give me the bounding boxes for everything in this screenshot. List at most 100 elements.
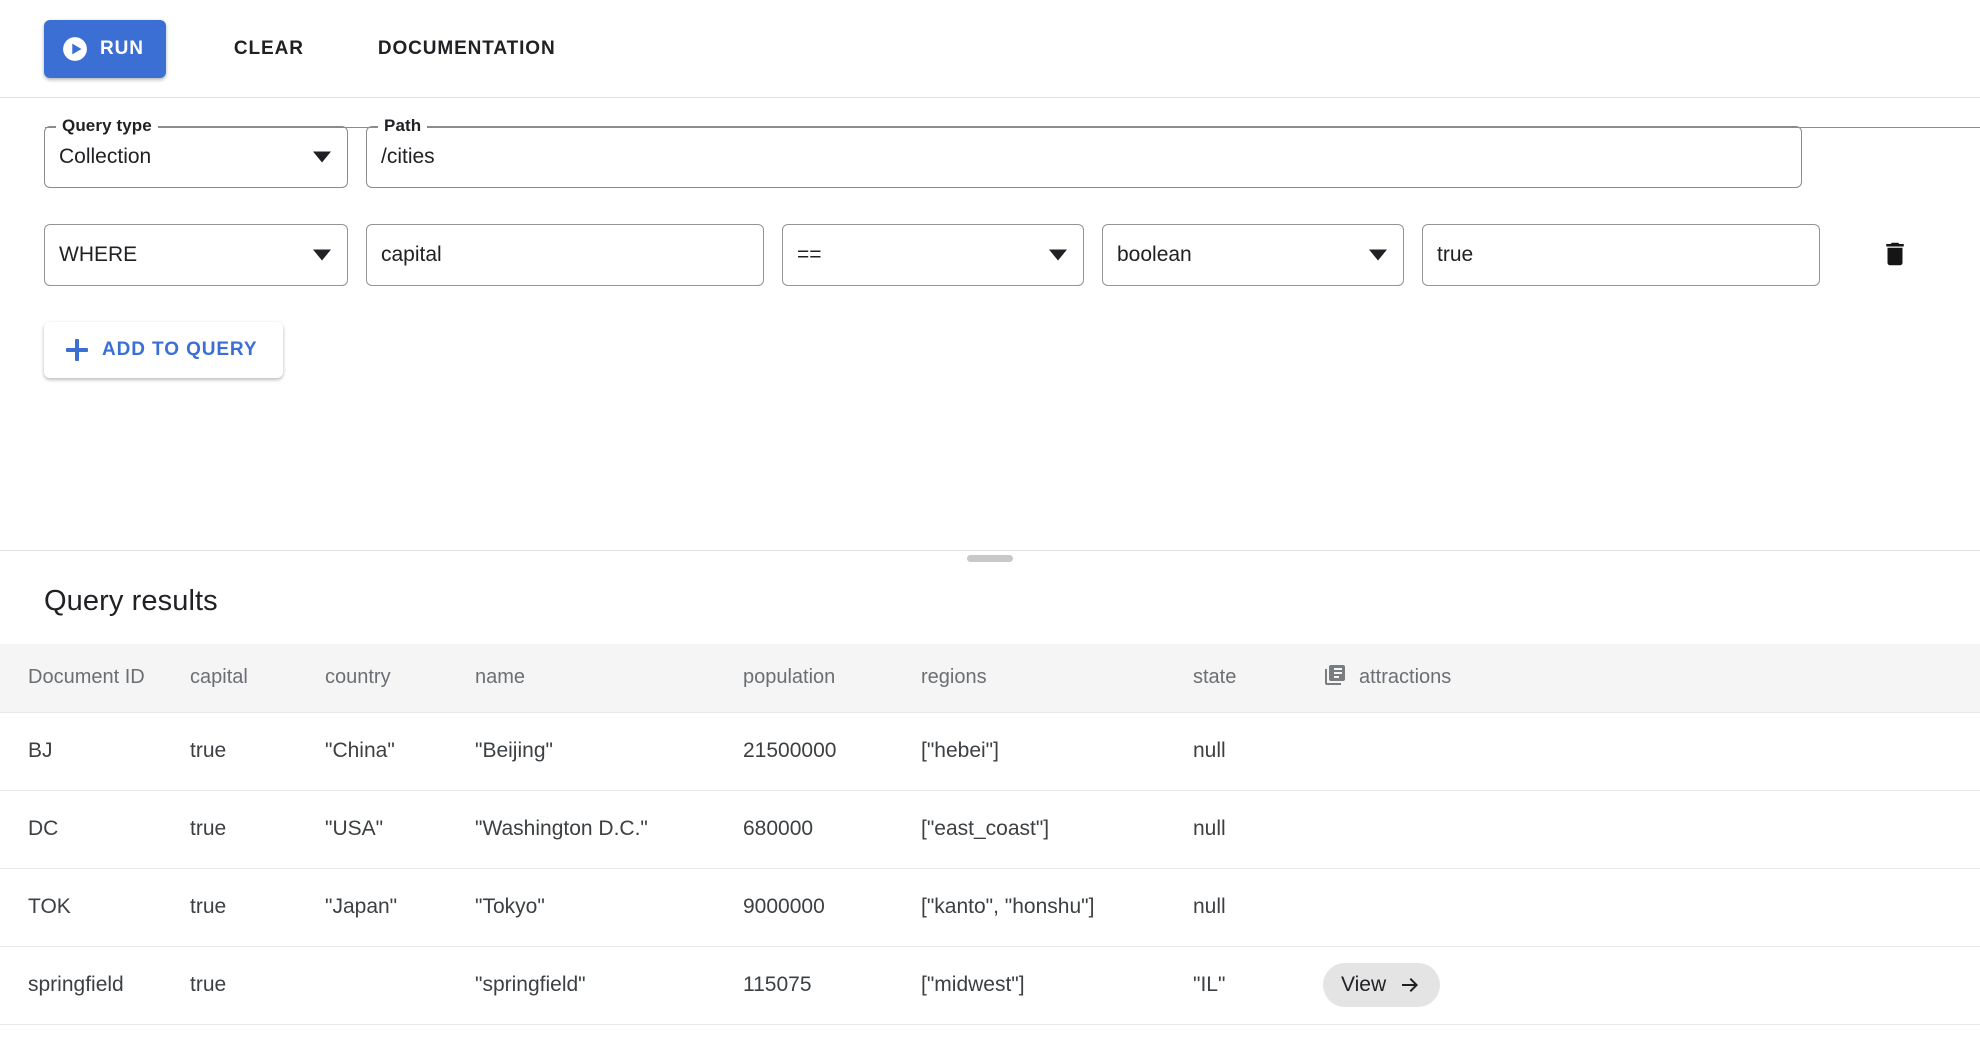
cell-capital: true	[190, 868, 325, 946]
column-header-capital[interactable]: capital	[190, 644, 325, 712]
column-header-docid[interactable]: Document ID	[0, 644, 190, 712]
clause-type-select[interactable]: WHERE	[44, 224, 348, 286]
cell-value: 9000000	[743, 895, 825, 918]
column-header-attractions-label: attractions	[1359, 666, 1451, 689]
cell-docid: BJ	[0, 712, 190, 790]
play-circle-icon	[62, 36, 88, 62]
top-toolbar: RUN CLEAR DOCUMENTATION	[0, 0, 1980, 98]
cell-value: "Beijing"	[475, 739, 553, 762]
run-button[interactable]: RUN	[44, 20, 166, 78]
cell-value: 680000	[743, 817, 813, 840]
cell-value: "Japan"	[325, 895, 397, 918]
cell-capital: true	[190, 712, 325, 790]
clause-value-input[interactable]: true	[1422, 224, 1820, 286]
column-header-capital-label: capital	[190, 666, 248, 688]
query-type-select[interactable]: Query type Collection	[44, 126, 348, 188]
add-to-query-button[interactable]: ADD TO QUERY	[44, 322, 283, 378]
cell-regions: ["kanto", "honshu"]	[921, 868, 1193, 946]
cell-value: ["midwest"]	[921, 973, 1025, 996]
chevron-down-icon[interactable]	[1369, 250, 1387, 261]
column-header-population-label: population	[743, 666, 835, 688]
cell-value: true	[190, 895, 226, 918]
query-builder-row-primary: Query type Collection Path /cities	[44, 126, 1936, 188]
plus-icon	[66, 339, 88, 361]
chevron-down-icon[interactable]	[313, 152, 331, 163]
column-header-docid-label: Document ID	[28, 666, 145, 688]
cell-docid: DC	[0, 790, 190, 868]
clause-value-type-value: boolean	[1117, 243, 1192, 267]
clause-field-input[interactable]: capital	[366, 224, 764, 286]
results-header-row: Document ID capital country name populat…	[0, 644, 1980, 712]
column-header-regions[interactable]: regions	[921, 644, 1193, 712]
cell-value: BJ	[28, 739, 53, 762]
cell-attractions	[1323, 712, 1980, 790]
cell-docid: springfield	[0, 946, 190, 1024]
cell-country	[325, 946, 475, 1024]
cell-value: ["kanto", "honshu"]	[921, 895, 1094, 918]
cell-value: 21500000	[743, 739, 836, 762]
table-row[interactable]: DCtrue"USA""Washington D.C."680000["east…	[0, 790, 1980, 868]
column-header-country-label: country	[325, 666, 391, 688]
add-to-query-label: ADD TO QUERY	[102, 339, 257, 361]
cell-value: null	[1193, 895, 1226, 918]
column-header-country[interactable]: country	[325, 644, 475, 712]
table-row[interactable]: BJ true "China""Beijing" 21500000 ["hebei"]n…	[0, 712, 1980, 790]
cell-attractions	[1323, 868, 1980, 946]
cell-name: "Washington D.C."	[475, 790, 743, 868]
clause-field-value: capital	[381, 243, 442, 267]
cell-value: true	[190, 739, 226, 762]
view-subcollection-button[interactable]: View	[1323, 963, 1440, 1007]
cell-attractions: View	[1323, 946, 1980, 1024]
clause-value-value: true	[1437, 243, 1473, 267]
query-clause-row: WHERE capital == boolean true	[44, 224, 1936, 286]
table-row[interactable]: TOKtrue"Japan""Tokyo"9000000["kanto", "h…	[0, 868, 1980, 946]
cell-value: 115075	[743, 973, 812, 996]
column-header-name[interactable]: name	[475, 644, 743, 712]
trash-icon	[1880, 239, 1910, 272]
query-builder: Query type Collection Path /cities WHERE…	[0, 98, 1980, 550]
cell-value: null	[1193, 739, 1226, 762]
chevron-down-icon[interactable]	[313, 250, 331, 261]
cell-value: null	[1193, 817, 1226, 840]
splitter-drag-handle[interactable]	[967, 555, 1013, 562]
query-type-label: Query type	[56, 116, 158, 136]
clause-value-type-select[interactable]: boolean	[1102, 224, 1404, 286]
clear-button[interactable]: CLEAR	[212, 20, 326, 78]
clause-operator-select[interactable]: ==	[782, 224, 1084, 286]
clause-type-value: WHERE	[59, 243, 137, 267]
cell-country: "Japan"	[325, 868, 475, 946]
cell-population: 21500000	[743, 712, 921, 790]
cell-country: "China"	[325, 712, 475, 790]
clause-operator-value: ==	[797, 243, 822, 267]
results-table: Document ID capital country name populat…	[0, 644, 1980, 1025]
panel-splitter	[0, 550, 1980, 551]
column-header-population[interactable]: population	[743, 644, 921, 712]
cell-regions: ["hebei"]	[921, 712, 1193, 790]
cell-value: ["east_coast"]	[921, 817, 1049, 840]
cell-regions: ["east_coast"]	[921, 790, 1193, 868]
cell-capital: true	[190, 946, 325, 1024]
column-header-state[interactable]: state	[1193, 644, 1323, 712]
cell-state: null	[1193, 790, 1323, 868]
table-row[interactable]: springfield true "springfield" 115075 ["midw…	[0, 946, 1980, 1024]
cell-country: "USA"	[325, 790, 475, 868]
cell-value: DC	[28, 817, 58, 840]
delete-clause-button[interactable]	[1868, 228, 1922, 282]
chevron-down-icon[interactable]	[1049, 250, 1067, 261]
cell-state: null	[1193, 712, 1323, 790]
cell-value: TOK	[28, 895, 71, 918]
cell-value: "springfield"	[475, 973, 586, 996]
column-header-name-label: name	[475, 666, 525, 688]
cell-value: "Washington D.C."	[475, 817, 648, 840]
collection-docs-icon	[1323, 663, 1347, 693]
cell-state: null	[1193, 868, 1323, 946]
results-table-body: BJtrue"China""Beijing"21500000["hebei"]n…	[0, 712, 1980, 1024]
path-input[interactable]: Path /cities	[366, 126, 1802, 188]
cell-value: "IL"	[1193, 973, 1225, 996]
column-header-attractions[interactable]: attractions	[1323, 644, 1980, 712]
documentation-button[interactable]: DOCUMENTATION	[356, 20, 578, 78]
cell-value: springfield	[28, 973, 124, 996]
cell-population: 115075	[743, 946, 921, 1024]
results-heading: Query results	[0, 551, 1980, 644]
cell-population: 9000000	[743, 868, 921, 946]
